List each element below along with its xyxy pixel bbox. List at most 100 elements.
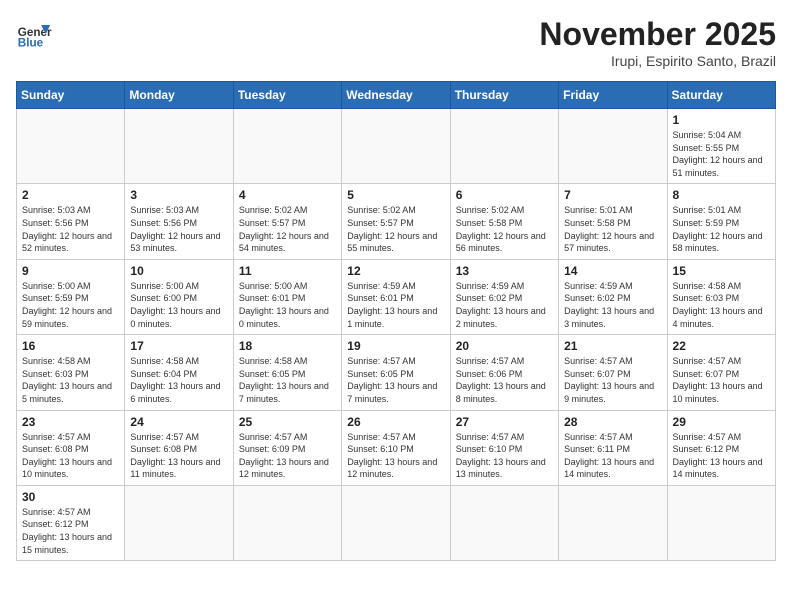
day-info: Sunrise: 5:04 AM Sunset: 5:55 PM Dayligh… xyxy=(673,129,770,179)
day-number: 9 xyxy=(22,264,119,278)
header-sunday: Sunday xyxy=(17,82,125,109)
day-info: Sunrise: 4:58 AM Sunset: 6:03 PM Dayligh… xyxy=(673,280,770,330)
day-number: 21 xyxy=(564,339,661,353)
calendar-day-cell xyxy=(233,485,341,560)
day-info: Sunrise: 5:00 AM Sunset: 6:01 PM Dayligh… xyxy=(239,280,336,330)
day-number: 27 xyxy=(456,415,553,429)
day-number: 20 xyxy=(456,339,553,353)
day-info: Sunrise: 4:57 AM Sunset: 6:07 PM Dayligh… xyxy=(673,355,770,405)
svg-text:Blue: Blue xyxy=(18,37,44,50)
day-info: Sunrise: 5:00 AM Sunset: 5:59 PM Dayligh… xyxy=(22,280,119,330)
day-number: 14 xyxy=(564,264,661,278)
day-number: 12 xyxy=(347,264,444,278)
day-info: Sunrise: 4:57 AM Sunset: 6:08 PM Dayligh… xyxy=(130,431,227,481)
day-number: 11 xyxy=(239,264,336,278)
calendar-day-cell: 21 Sunrise: 4:57 AM Sunset: 6:07 PM Dayli… xyxy=(559,335,667,410)
day-number: 30 xyxy=(22,490,119,504)
day-number: 26 xyxy=(347,415,444,429)
calendar-day-cell xyxy=(125,109,233,184)
calendar-week-row: 30Sunrise: 4:57 AM Sunset: 6:12 PM Dayli… xyxy=(17,485,776,560)
day-number: 19 xyxy=(347,339,444,353)
calendar-day-cell: 25Sunrise: 4:57 AM Sunset: 6:09 PM Dayli… xyxy=(233,410,341,485)
day-info: Sunrise: 5:00 AM Sunset: 6:00 PM Dayligh… xyxy=(130,280,227,330)
title-block: November 2025 Irupi, Espirito Santo, Bra… xyxy=(539,16,776,69)
calendar-day-cell: 5 Sunrise: 5:02 AM Sunset: 5:57 PM Daylig… xyxy=(342,184,450,259)
day-info: Sunrise: 4:59 AM Sunset: 6:02 PM Dayligh… xyxy=(456,280,553,330)
day-info: Sunrise: 4:57 AM Sunset: 6:05 PM Dayligh… xyxy=(347,355,444,405)
calendar-day-cell xyxy=(559,485,667,560)
day-number: 24 xyxy=(130,415,227,429)
calendar-day-cell: 10 Sunrise: 5:00 AM Sunset: 6:00 PM Dayli… xyxy=(125,259,233,334)
calendar-week-row: 23Sunrise: 4:57 AM Sunset: 6:08 PM Dayli… xyxy=(17,410,776,485)
day-info: Sunrise: 4:59 AM Sunset: 6:01 PM Dayligh… xyxy=(347,280,444,330)
calendar-day-cell: 12 Sunrise: 4:59 AM Sunset: 6:01 PM Dayli… xyxy=(342,259,450,334)
calendar-day-cell xyxy=(559,109,667,184)
calendar-day-cell xyxy=(17,109,125,184)
page-header: General Blue November 2025 Irupi, Espiri… xyxy=(16,16,776,69)
day-info: Sunrise: 5:02 AM Sunset: 5:57 PM Dayligh… xyxy=(347,204,444,254)
calendar-day-cell: 22 Sunrise: 4:57 AM Sunset: 6:07 PM Dayli… xyxy=(667,335,775,410)
header-wednesday: Wednesday xyxy=(342,82,450,109)
calendar-day-cell xyxy=(450,485,558,560)
day-info: Sunrise: 4:57 AM Sunset: 6:06 PM Dayligh… xyxy=(456,355,553,405)
day-number: 8 xyxy=(673,188,770,202)
day-number: 22 xyxy=(673,339,770,353)
day-number: 15 xyxy=(673,264,770,278)
calendar-day-cell: 1Sunrise: 5:04 AM Sunset: 5:55 PM Daylig… xyxy=(667,109,775,184)
calendar-day-cell: 8 Sunrise: 5:01 AM Sunset: 5:59 PM Daylig… xyxy=(667,184,775,259)
calendar-header-row: Sunday Monday Tuesday Wednesday Thursday… xyxy=(17,82,776,109)
calendar-day-cell: 13 Sunrise: 4:59 AM Sunset: 6:02 PM Dayli… xyxy=(450,259,558,334)
day-number: 4 xyxy=(239,188,336,202)
day-number: 28 xyxy=(564,415,661,429)
day-info: Sunrise: 5:02 AM Sunset: 5:57 PM Dayligh… xyxy=(239,204,336,254)
page-subtitle: Irupi, Espirito Santo, Brazil xyxy=(539,53,776,69)
day-info: Sunrise: 4:58 AM Sunset: 6:04 PM Dayligh… xyxy=(130,355,227,405)
day-number: 6 xyxy=(456,188,553,202)
calendar-day-cell xyxy=(233,109,341,184)
day-info: Sunrise: 4:58 AM Sunset: 6:03 PM Dayligh… xyxy=(22,355,119,405)
calendar-day-cell: 3Sunrise: 5:03 AM Sunset: 5:56 PM Daylig… xyxy=(125,184,233,259)
day-number: 10 xyxy=(130,264,227,278)
day-info: Sunrise: 5:02 AM Sunset: 5:58 PM Dayligh… xyxy=(456,204,553,254)
header-friday: Friday xyxy=(559,82,667,109)
calendar-day-cell: 2Sunrise: 5:03 AM Sunset: 5:56 PM Daylig… xyxy=(17,184,125,259)
day-info: Sunrise: 4:57 AM Sunset: 6:10 PM Dayligh… xyxy=(456,431,553,481)
day-info: Sunrise: 5:01 AM Sunset: 5:59 PM Dayligh… xyxy=(673,204,770,254)
calendar-day-cell xyxy=(667,485,775,560)
day-info: Sunrise: 4:58 AM Sunset: 6:05 PM Dayligh… xyxy=(239,355,336,405)
header-monday: Monday xyxy=(125,82,233,109)
calendar-day-cell: 28 Sunrise: 4:57 AM Sunset: 6:11 PM Dayli… xyxy=(559,410,667,485)
calendar-day-cell: 18 Sunrise: 4:58 AM Sunset: 6:05 PM Dayli… xyxy=(233,335,341,410)
calendar-day-cell: 15 Sunrise: 4:58 AM Sunset: 6:03 PM Dayli… xyxy=(667,259,775,334)
calendar-day-cell: 30Sunrise: 4:57 AM Sunset: 6:12 PM Dayli… xyxy=(17,485,125,560)
calendar-day-cell: 27 Sunrise: 4:57 AM Sunset: 6:10 PM Dayli… xyxy=(450,410,558,485)
day-number: 18 xyxy=(239,339,336,353)
day-info: Sunrise: 4:57 AM Sunset: 6:12 PM Dayligh… xyxy=(673,431,770,481)
calendar-week-row: 16 Sunrise: 4:58 AM Sunset: 6:03 PM Dayli… xyxy=(17,335,776,410)
calendar-day-cell: 29 Sunrise: 4:57 AM Sunset: 6:12 PM Dayli… xyxy=(667,410,775,485)
calendar-week-row: 9 Sunrise: 5:00 AM Sunset: 5:59 PM Daylig… xyxy=(17,259,776,334)
calendar-day-cell: 19 Sunrise: 4:57 AM Sunset: 6:05 PM Dayli… xyxy=(342,335,450,410)
calendar-day-cell xyxy=(342,485,450,560)
header-tuesday: Tuesday xyxy=(233,82,341,109)
day-info: Sunrise: 4:59 AM Sunset: 6:02 PM Dayligh… xyxy=(564,280,661,330)
header-saturday: Saturday xyxy=(667,82,775,109)
header-thursday: Thursday xyxy=(450,82,558,109)
day-number: 13 xyxy=(456,264,553,278)
day-number: 7 xyxy=(564,188,661,202)
calendar-day-cell: 23Sunrise: 4:57 AM Sunset: 6:08 PM Dayli… xyxy=(17,410,125,485)
calendar-day-cell: 4 Sunrise: 5:02 AM Sunset: 5:57 PM Daylig… xyxy=(233,184,341,259)
day-number: 25 xyxy=(239,415,336,429)
day-info: Sunrise: 4:57 AM Sunset: 6:11 PM Dayligh… xyxy=(564,431,661,481)
calendar-day-cell: 9 Sunrise: 5:00 AM Sunset: 5:59 PM Daylig… xyxy=(17,259,125,334)
logo: General Blue xyxy=(16,16,52,52)
page-title: November 2025 xyxy=(539,16,776,53)
day-number: 2 xyxy=(22,188,119,202)
day-info: Sunrise: 4:57 AM Sunset: 6:07 PM Dayligh… xyxy=(564,355,661,405)
calendar-day-cell: 20 Sunrise: 4:57 AM Sunset: 6:06 PM Dayli… xyxy=(450,335,558,410)
day-number: 29 xyxy=(673,415,770,429)
calendar-week-row: 1Sunrise: 5:04 AM Sunset: 5:55 PM Daylig… xyxy=(17,109,776,184)
day-info: Sunrise: 4:57 AM Sunset: 6:10 PM Dayligh… xyxy=(347,431,444,481)
day-number: 5 xyxy=(347,188,444,202)
day-number: 16 xyxy=(22,339,119,353)
